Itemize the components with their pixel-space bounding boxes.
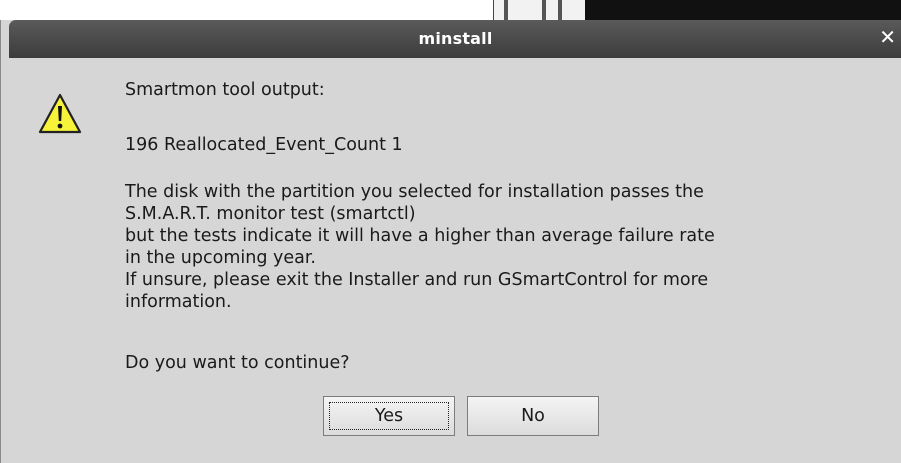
no-button[interactable]: No (467, 396, 599, 436)
message-line: The disk with the partition you selected… (125, 182, 704, 202)
close-icon[interactable]: ✕ (879, 25, 896, 49)
dialog-window: minstall ✕ Smartmon tool output: 196 Rea… (0, 20, 901, 463)
message-body: The disk with the partition you selected… (125, 181, 895, 313)
message-detail: 196 Reallocated_Event_Count 1 (125, 135, 403, 155)
background-window-edge (558, 0, 562, 22)
dialog-content: Smartmon tool output: 196 Reallocated_Ev… (9, 58, 901, 463)
message-line: S.M.A.R.T. monitor test (smartctl) (125, 204, 416, 224)
title-bar[interactable]: minstall ✕ (9, 20, 901, 58)
window-title: minstall (418, 29, 493, 48)
no-button-label: No (521, 406, 545, 426)
message-heading: Smartmon tool output: (125, 80, 325, 100)
background-window-frame (493, 0, 586, 22)
message-line: If unsure, please exit the Installer and… (125, 270, 709, 290)
message-line: but the tests indicate it will have a hi… (125, 226, 715, 246)
message-line: in the upcoming year. (125, 248, 316, 268)
background-window-edge (504, 0, 508, 22)
warning-icon (38, 93, 82, 134)
yes-button-label: Yes (374, 406, 404, 426)
background-window-dark (585, 0, 901, 22)
background-window-edge (542, 0, 546, 22)
message-question: Do you want to continue? (125, 353, 350, 373)
yes-button[interactable]: Yes (323, 396, 455, 436)
message-line: information. (125, 292, 232, 312)
